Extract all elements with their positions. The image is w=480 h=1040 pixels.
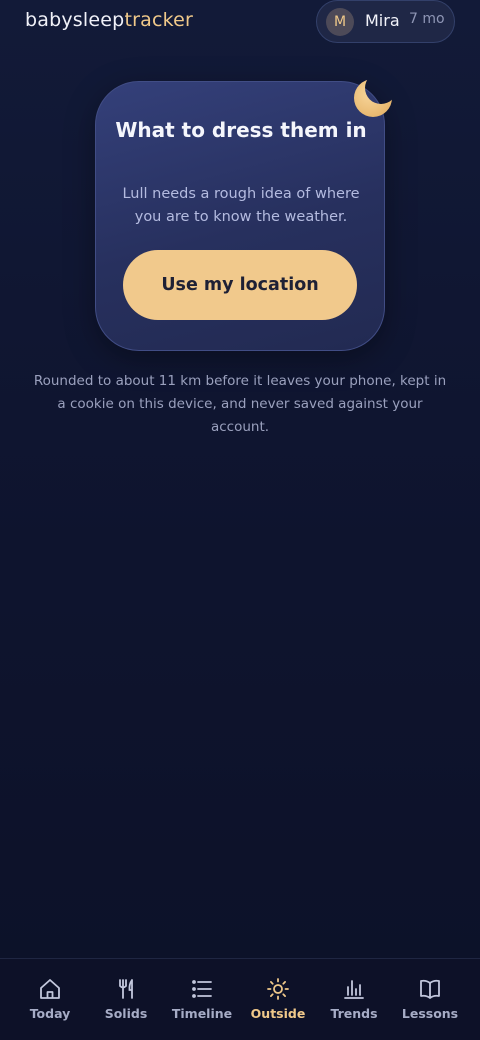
- nav-item-lessons[interactable]: Lessons: [390, 959, 470, 1040]
- nav-item-today[interactable]: Today: [10, 959, 90, 1040]
- child-age: 7 mo: [409, 11, 445, 27]
- nav-label-outside: Outside: [250, 1006, 306, 1021]
- bar-chart-icon: [344, 980, 364, 999]
- avatar: M: [326, 8, 354, 36]
- list-icon: [192, 980, 212, 998]
- brand-logo[interactable]: babysleeptracker: [25, 9, 193, 31]
- child-profile-switcher[interactable]: M Mira 7 mo: [316, 0, 455, 43]
- brand-logo-part2: tracker: [124, 9, 194, 31]
- nav-item-trends[interactable]: Trends: [314, 959, 394, 1040]
- nav-label-today: Today: [29, 1006, 71, 1021]
- app-header: babysleeptracker M Mira 7 mo: [0, 0, 480, 44]
- sun-icon: [267, 978, 289, 1000]
- nav-label-timeline: Timeline: [171, 1006, 233, 1021]
- bottom-nav: Today Solids Timeline Outside Trends Les…: [0, 958, 480, 1040]
- nav-label-trends: Trends: [330, 1006, 378, 1021]
- child-name: Mira: [365, 11, 400, 30]
- nav-label-solids: Solids: [104, 1006, 148, 1021]
- nav-item-solids[interactable]: Solids: [86, 959, 166, 1040]
- card-title: What to dress them in: [115, 118, 367, 142]
- location-prompt-card: What to dress them in Lull needs a rough…: [95, 81, 385, 351]
- moon-icon: [354, 79, 392, 117]
- home-icon: [40, 979, 60, 999]
- book-icon: [420, 979, 440, 999]
- nav-label-lessons: Lessons: [401, 1006, 459, 1021]
- brand-logo-part1: babysleep: [25, 9, 125, 31]
- use-my-location-button[interactable]: Use my location: [123, 250, 357, 320]
- privacy-note: Rounded to about 11 km before it leaves …: [33, 373, 447, 435]
- nav-item-outside[interactable]: Outside: [238, 959, 318, 1040]
- card-subtitle: Lull needs a rough idea of where you are…: [122, 186, 360, 225]
- nav-item-timeline[interactable]: Timeline: [162, 959, 242, 1040]
- fork-knife-icon: [119, 979, 133, 999]
